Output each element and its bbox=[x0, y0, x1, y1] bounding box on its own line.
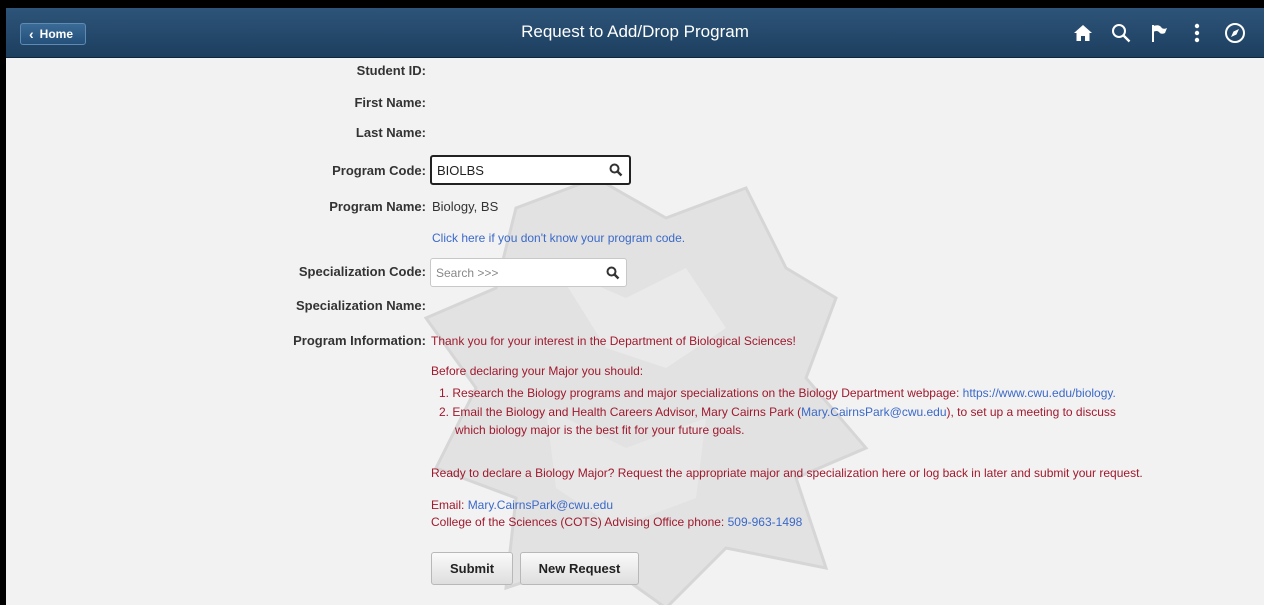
first-name-label: First Name: bbox=[354, 95, 426, 110]
step-1-number: 1. bbox=[439, 386, 450, 400]
step-2-number: 2. bbox=[439, 405, 450, 419]
step-2-text-c: which biology major is the best fit for … bbox=[455, 423, 745, 437]
new-request-button[interactable]: New Request bbox=[520, 552, 639, 585]
info-before: Before declaring your Major you should: bbox=[431, 364, 644, 378]
info-email: Email: Mary.CairnsPark@cwu.edu bbox=[431, 498, 613, 512]
program-code-label: Program Code: bbox=[332, 163, 426, 178]
navbar-compass-icon[interactable] bbox=[1216, 20, 1254, 46]
student-id-label: Student ID: bbox=[356, 63, 426, 78]
specialization-code-label: Specialization Code: bbox=[298, 264, 426, 279]
program-information-label: Program Information: bbox=[293, 333, 426, 348]
info-step-2: 2. Email the Biology and Health Careers … bbox=[439, 405, 1116, 419]
phone-label: College of the Sciences (COTS) Advising … bbox=[431, 515, 725, 529]
step-1-text: Research the Biology programs and major … bbox=[452, 386, 960, 400]
search-icon[interactable] bbox=[1102, 20, 1140, 46]
step-2-text-a: Email the Biology and Health Careers Adv… bbox=[452, 405, 802, 419]
specialization-name-label: Specialization Name: bbox=[295, 298, 426, 313]
program-code-value: BIOLBS bbox=[437, 162, 484, 178]
program-name-value: Biology, BS bbox=[432, 199, 499, 214]
program-code-search-icon[interactable] bbox=[603, 163, 629, 177]
more-icon[interactable] bbox=[1178, 20, 1216, 46]
advisor-email-link[interactable]: Mary.CairnsPark@cwu.edu bbox=[801, 405, 946, 419]
phone-link[interactable]: 509-963-1498 bbox=[728, 515, 803, 529]
page-frame: ‹ Home Request to Add/Drop Program Stude… bbox=[6, 8, 1264, 605]
specialization-code-input[interactable]: Search >>> bbox=[430, 258, 627, 287]
step-2-text-b: ), to set up a meeting to discuss bbox=[946, 405, 1116, 419]
program-name-label: Program Name: bbox=[329, 199, 426, 214]
home-icon[interactable] bbox=[1064, 20, 1102, 46]
email-label: Email: bbox=[431, 498, 465, 512]
last-name-label: Last Name: bbox=[355, 125, 426, 140]
email-link[interactable]: Mary.CairnsPark@cwu.edu bbox=[468, 498, 613, 512]
header-bar: ‹ Home Request to Add/Drop Program bbox=[6, 8, 1264, 58]
program-code-input[interactable]: BIOLBS bbox=[430, 155, 631, 185]
biology-webpage-link[interactable]: https://www.cwu.edu/biology. bbox=[963, 386, 1116, 400]
flag-icon[interactable] bbox=[1140, 20, 1178, 46]
info-phone: College of the Sciences (COTS) Advising … bbox=[431, 515, 802, 529]
specialization-code-placeholder: Search >>> bbox=[436, 265, 499, 280]
info-thanks: Thank you for your interest in the Depar… bbox=[431, 334, 796, 348]
info-step-1: 1. Research the Biology programs and maj… bbox=[439, 386, 1116, 400]
program-code-help-link[interactable]: Click here if you don't know your progra… bbox=[432, 231, 685, 245]
info-ready: Ready to declare a Biology Major? Reques… bbox=[431, 466, 1143, 480]
submit-button[interactable]: Submit bbox=[431, 552, 513, 585]
specialization-code-search-icon[interactable] bbox=[600, 266, 626, 280]
